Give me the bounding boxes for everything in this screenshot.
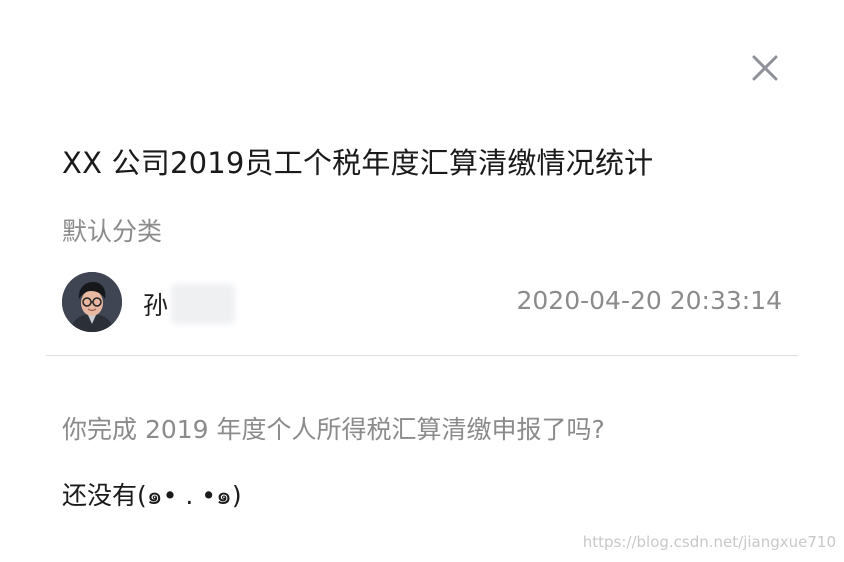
post-timestamp: 2020-04-20 20:33:14 xyxy=(516,286,782,315)
close-icon-svg xyxy=(752,55,778,81)
watermark: https://blog.csdn.net/jiangxue710 xyxy=(582,533,836,551)
close-icon[interactable] xyxy=(749,52,781,84)
survey-answer: 还没有(๑• . •๑) xyxy=(62,481,242,510)
author-name[interactable]: 孙 xyxy=(143,286,168,322)
avatar-image xyxy=(62,272,122,332)
author-name-redaction xyxy=(171,284,235,324)
category-label[interactable]: 默认分类 xyxy=(62,212,162,248)
survey-question: 你完成 2019 年度个人所得税汇算清缴申报了吗? xyxy=(62,415,605,444)
divider xyxy=(46,355,798,356)
avatar[interactable] xyxy=(62,272,122,332)
post-detail-page: XX 公司2019员工个税年度汇算清缴情况统计 默认分类 孙 2020-04-2… xyxy=(0,0,844,562)
post-title: XX 公司2019员工个税年度汇算清缴情况统计 xyxy=(62,146,654,180)
